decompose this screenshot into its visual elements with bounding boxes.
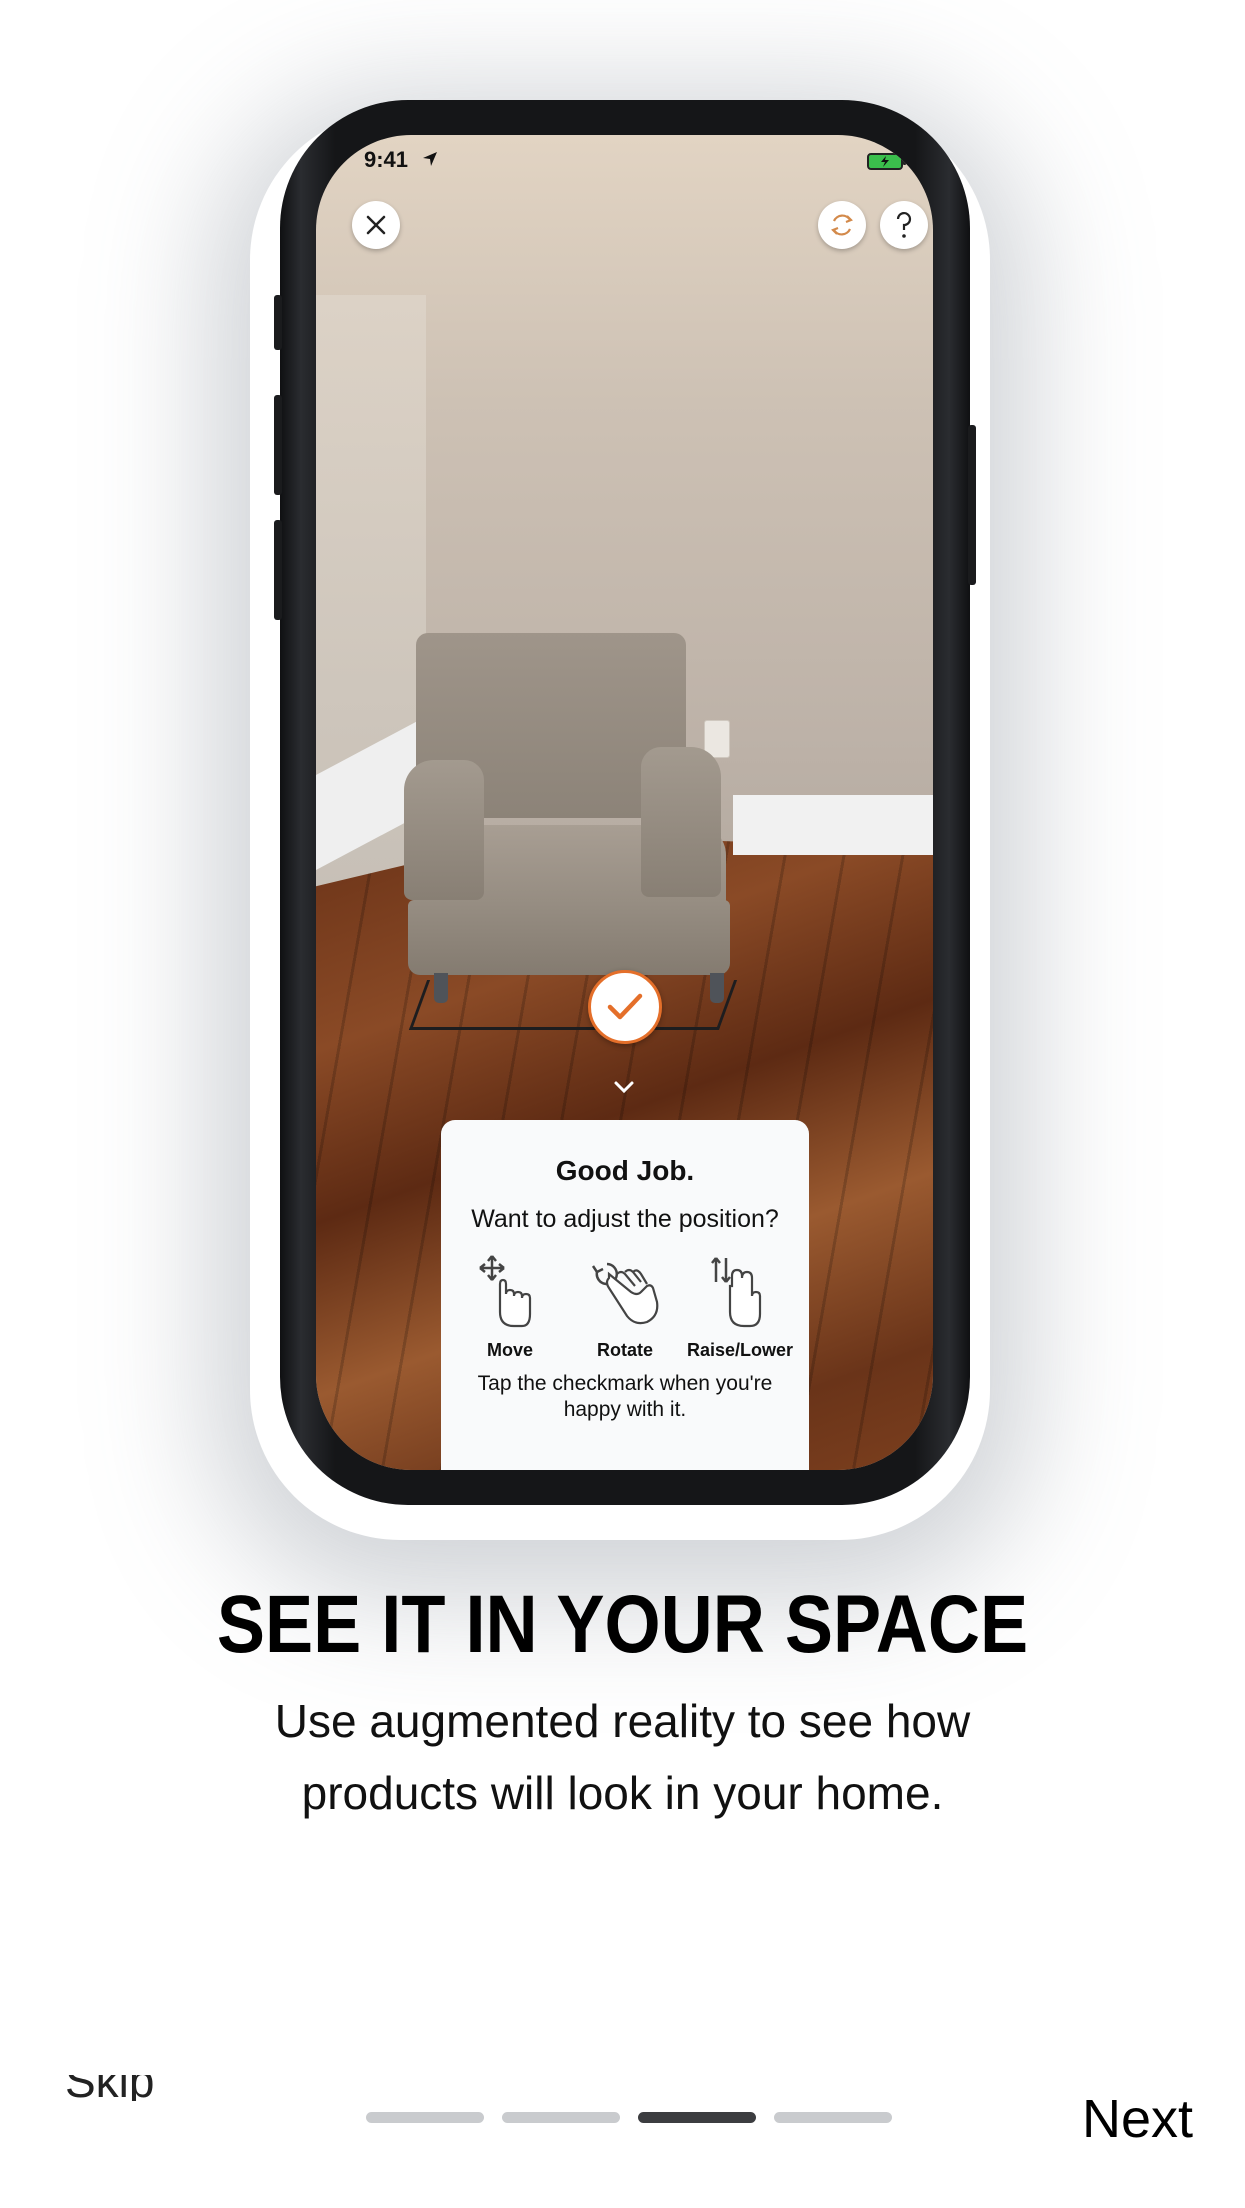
baseboard — [733, 795, 933, 855]
chair-leg — [434, 973, 448, 1003]
raise-lower-hand-icon — [711, 1257, 762, 1328]
gesture-rotate: Rotate — [570, 1252, 680, 1361]
gesture-raise-lower: Raise/Lower — [685, 1252, 795, 1361]
reset-button[interactable] — [818, 201, 866, 249]
chair-base — [408, 900, 730, 975]
skip-button[interactable]: Skip — [65, 2075, 175, 2101]
gesture-label: Raise/Lower — [686, 1340, 794, 1360]
page-indicator — [366, 2112, 892, 2123]
tip-title: Good Job. — [555, 1155, 695, 1186]
mute-switch — [274, 295, 282, 350]
chair-leg — [710, 973, 724, 1003]
gesture-move: Move — [455, 1252, 565, 1361]
placement-outline — [408, 980, 738, 1030]
tip-note: Tap the checkmark when you're happy with… — [477, 1372, 773, 1421]
ar-screen: 9:41 Good Job. Want to adjust the positi… — [316, 135, 933, 1470]
onboarding-headline: SEE IT IN YOUR SPACE — [216, 1579, 1029, 1670]
gesture-label: Rotate — [596, 1340, 653, 1360]
chair-arm — [641, 747, 721, 897]
help-button[interactable] — [880, 201, 928, 249]
refresh-icon — [831, 214, 853, 236]
move-hand-icon — [479, 1255, 532, 1328]
page-dot-active[interactable] — [638, 2112, 756, 2123]
chevron-down-icon — [614, 1081, 634, 1094]
question-icon — [896, 212, 912, 238]
volume-down-button — [274, 520, 282, 620]
page-dot[interactable] — [774, 2112, 892, 2123]
close-icon — [366, 215, 386, 235]
skip-label: Skip — [65, 2075, 155, 2101]
collapse-tips-button[interactable] — [608, 1080, 640, 1102]
rotate-hand-icon — [591, 1262, 659, 1325]
chair-arm — [404, 760, 484, 900]
tip-card: Good Job. Want to adjust the position? M… — [441, 1120, 809, 1470]
power-button — [968, 425, 976, 585]
gesture-list: Move Rotate Raise/Lower — [441, 1252, 809, 1361]
confirm-placement-button[interactable] — [588, 970, 662, 1044]
page-dot[interactable] — [366, 2112, 484, 2123]
checkmark-icon — [607, 993, 643, 1020]
tip-subtitle: Want to adjust the position? — [471, 1205, 779, 1233]
next-button[interactable]: Next — [1082, 2088, 1193, 2150]
page-dot[interactable] — [502, 2112, 620, 2123]
battery-icon — [867, 153, 906, 170]
onboarding-description: Use augmented reality to see how product… — [274, 1695, 971, 1819]
gesture-label: Move — [486, 1340, 533, 1360]
status-time: 9:41 — [364, 147, 409, 172]
close-button[interactable] — [352, 201, 400, 249]
location-arrow-icon — [423, 152, 437, 166]
volume-up-button — [274, 395, 282, 495]
